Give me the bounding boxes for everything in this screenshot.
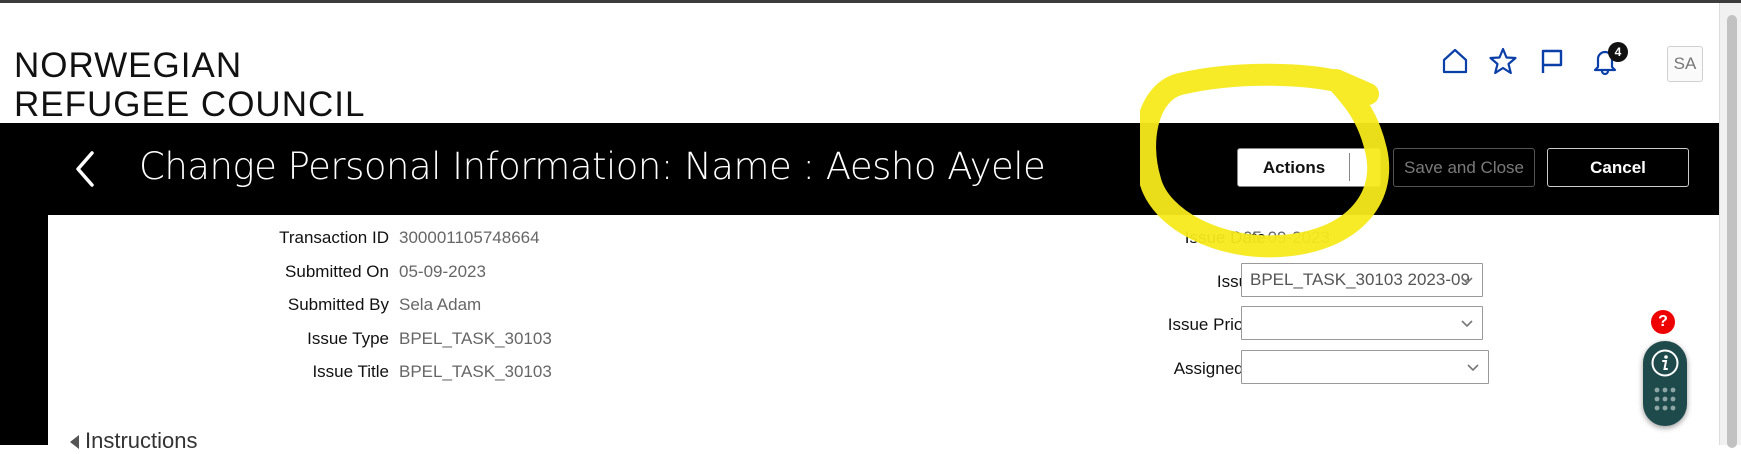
submitted-by-value: Sela Adam bbox=[399, 295, 482, 314]
issue-title-value: BPEL_TASK_30103 bbox=[399, 362, 552, 381]
issue-date-value: 05-09-2023 bbox=[1243, 228, 1330, 247]
instructions-heading: Instructions bbox=[85, 428, 198, 453]
company-logo[interactable]: NORWEGIAN REFUGEE COUNCIL bbox=[14, 46, 365, 124]
instructions-section-toggle[interactable]: Instructions bbox=[70, 428, 198, 454]
page-title: Change Personal Information: Name : Aesh… bbox=[139, 145, 1046, 188]
scrollbar-thumb[interactable] bbox=[1727, 15, 1737, 448]
logo-line-2: REFUGEE COUNCIL bbox=[14, 85, 366, 124]
chevron-down-icon bbox=[1467, 364, 1479, 372]
transaction-id-value: 300001105748664 bbox=[399, 228, 540, 247]
actions-menu-button[interactable]: Actions bbox=[1237, 148, 1381, 187]
actions-button-label: Actions bbox=[1262, 157, 1326, 177]
info-icon bbox=[1651, 349, 1679, 377]
chevron-down-icon bbox=[1461, 277, 1473, 285]
submitted-on-value: 05-09-2023 bbox=[399, 262, 486, 281]
assigned-to-select[interactable] bbox=[1241, 350, 1489, 384]
flag-icon[interactable] bbox=[1535, 44, 1569, 78]
home-icon[interactable] bbox=[1438, 44, 1472, 78]
page-title-bar: Change Personal Information: Name : Aesh… bbox=[0, 123, 1719, 215]
actions-button-divider bbox=[1349, 153, 1350, 181]
issue-title-label: Issue Title bbox=[312, 362, 389, 381]
vertical-scrollbar[interactable] bbox=[1719, 3, 1741, 448]
left-dark-strip bbox=[0, 215, 48, 445]
back-button[interactable] bbox=[68, 149, 104, 189]
transaction-id-label: Transaction ID bbox=[279, 228, 389, 247]
collapse-triangle-icon bbox=[70, 435, 79, 450]
issues-select[interactable]: BPEL_TASK_30103 2023-09 bbox=[1241, 263, 1483, 297]
grid-dots-icon bbox=[1654, 387, 1676, 411]
logo-line-1: NORWEGIAN bbox=[14, 46, 243, 85]
issue-priority-select[interactable] bbox=[1241, 306, 1483, 340]
star-icon[interactable] bbox=[1486, 44, 1520, 78]
bell-icon[interactable]: 4 bbox=[1588, 42, 1628, 78]
chevron-left-icon bbox=[76, 151, 94, 187]
issue-type-label: Issue Type bbox=[307, 329, 389, 348]
help-widget[interactable] bbox=[1643, 341, 1687, 426]
submitted-on-label: Submitted On bbox=[285, 262, 389, 281]
help-question-icon[interactable]: ? bbox=[1651, 310, 1675, 334]
window-top-border bbox=[0, 0, 1741, 3]
notification-count-badge: 4 bbox=[1608, 42, 1628, 62]
chevron-down-icon bbox=[1461, 320, 1473, 328]
submitted-by-label: Submitted By bbox=[287, 295, 389, 314]
save-and-close-button[interactable]: Save and Close bbox=[1393, 148, 1535, 187]
user-avatar[interactable]: SA bbox=[1667, 46, 1703, 82]
issues-select-value: BPEL_TASK_30103 2023-09 bbox=[1250, 270, 1470, 289]
cancel-button[interactable]: Cancel bbox=[1547, 148, 1689, 187]
issue-type-value: BPEL_TASK_30103 bbox=[399, 329, 552, 348]
